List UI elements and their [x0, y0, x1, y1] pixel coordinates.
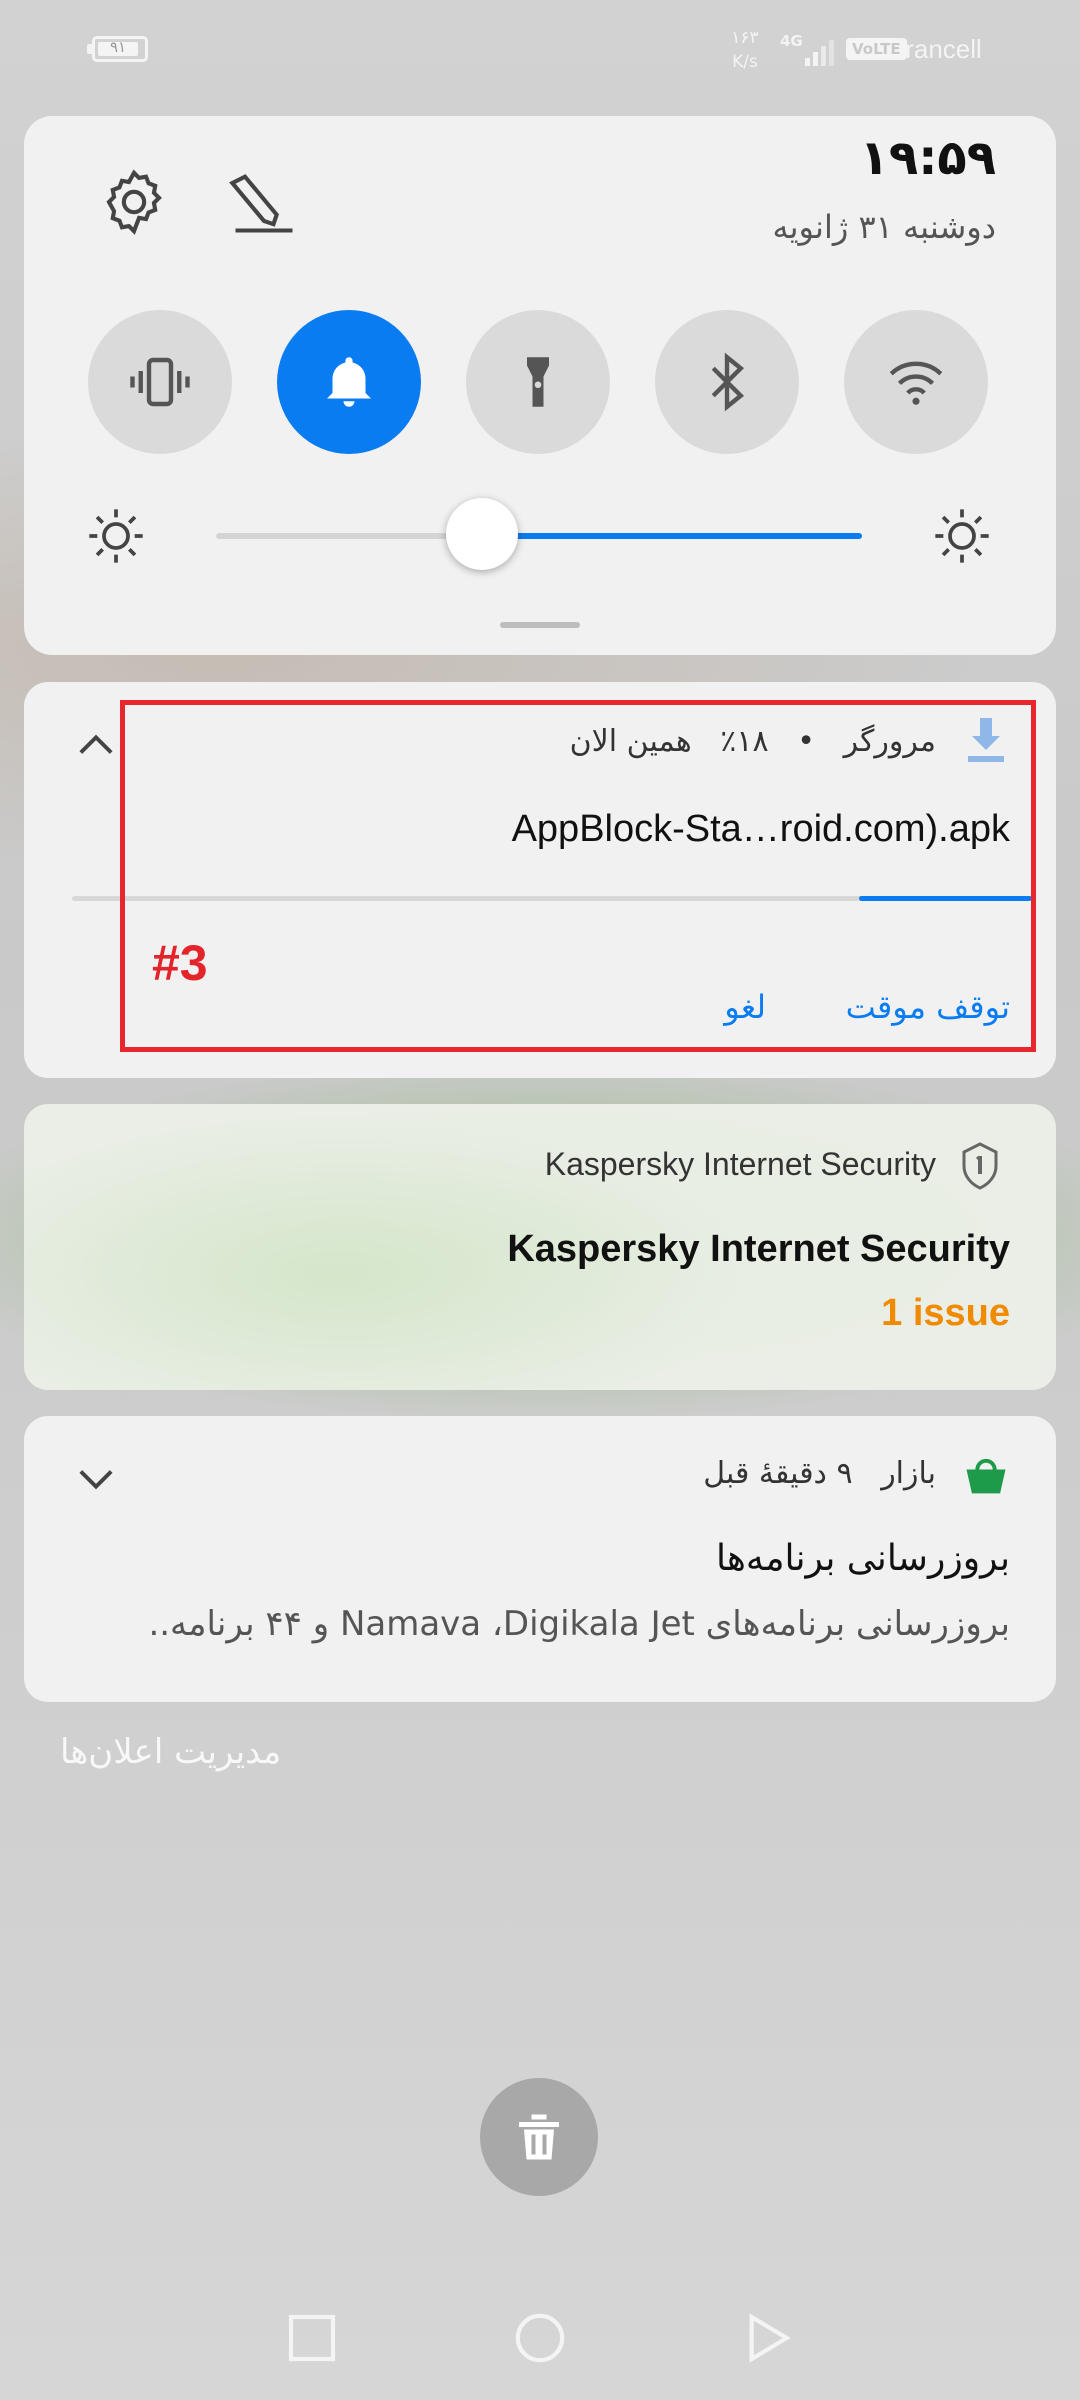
wifi-icon: [889, 361, 943, 405]
back-nav-button[interactable]: [740, 2310, 796, 2366]
bazaar-bag-icon: [966, 1458, 1006, 1494]
issue-count: 1 issue: [881, 1292, 1010, 1334]
notification-time: ۹ دقیقهٔ قبل: [703, 1456, 853, 1491]
signal-icon: [805, 40, 834, 66]
edit-button[interactable]: [226, 164, 302, 240]
brightness-slider-thumb[interactable]: [446, 498, 518, 570]
circle-icon: [515, 2313, 565, 2363]
highlight-label: #3: [152, 935, 208, 991]
triangle-icon: [749, 2313, 791, 2363]
carrier-name: Irancell: [898, 34, 982, 64]
gear-icon: [106, 169, 162, 235]
brightness-fill: [480, 533, 862, 539]
tile-flashlight[interactable]: [466, 310, 610, 454]
clear-all-button[interactable]: [480, 2078, 598, 2196]
recents-nav-button[interactable]: [284, 2310, 340, 2366]
quick-settings-panel: ۱۹:۵۹ دوشنبه ۳۱ ژانویه: [24, 116, 1056, 655]
brightness-high-icon: [935, 509, 989, 563]
battery-icon: ۹۱: [87, 36, 148, 62]
status-bar: ۹۱ ۱۶۳ K/s 4G VoLTE Irancell: [0, 0, 1080, 110]
app-name: Kaspersky Internet Security: [544, 1146, 936, 1182]
network-type: 4G: [780, 32, 803, 50]
battery-level: ۹۱: [109, 38, 127, 56]
home-nav-button[interactable]: [512, 2310, 568, 2366]
notification-title: بروزرسانی برنامه‌ها: [715, 1538, 1010, 1579]
pencil-icon: [229, 174, 293, 233]
vibrate-icon: [130, 357, 190, 407]
square-icon: [288, 2314, 336, 2362]
tile-vibrate[interactable]: [88, 310, 232, 454]
clock: ۱۹:۵۹: [859, 130, 996, 186]
net-speed: ۱۶۳ K/s: [724, 26, 766, 74]
flashlight-icon: [527, 357, 549, 407]
tile-bluetooth[interactable]: [655, 310, 799, 454]
bazaar-notification[interactable]: بازار ۹ دقیقهٔ قبل بروزرسانی برنامه‌ها ب…: [24, 1416, 1056, 1702]
trash-icon: [519, 2114, 559, 2160]
panel-drag-handle[interactable]: [500, 622, 580, 628]
manage-notifications-link[interactable]: مدیریت اعلان‌ها: [60, 1732, 281, 1772]
brightness-low-icon: [89, 509, 143, 563]
bell-icon: [327, 357, 371, 407]
app-name: بازار: [881, 1456, 936, 1491]
chevron-down-icon[interactable]: [70, 1452, 122, 1504]
highlight-box: [120, 700, 1036, 1052]
tile-sound[interactable]: [277, 310, 421, 454]
chevron-up-icon[interactable]: [70, 720, 122, 772]
shield-icon: [962, 1142, 998, 1190]
net-speed-value: ۱۶۳: [731, 28, 759, 48]
kaspersky-notification[interactable]: Kaspersky Internet Security Kaspersky In…: [24, 1104, 1056, 1390]
notification-body: بروزرسانی برنامه‌های Namava ،Digikala Je…: [148, 1604, 1010, 1644]
bazaar-meta-row: بازار ۹ دقیقهٔ قبل: [703, 1456, 936, 1491]
bluetooth-icon: [711, 352, 745, 412]
notification-title: Kaspersky Internet Security: [507, 1228, 1010, 1270]
settings-button[interactable]: [96, 164, 172, 240]
tile-wifi[interactable]: [844, 310, 988, 454]
net-speed-unit: K/s: [732, 52, 758, 72]
date: دوشنبه ۳۱ ژانویه: [772, 208, 996, 246]
